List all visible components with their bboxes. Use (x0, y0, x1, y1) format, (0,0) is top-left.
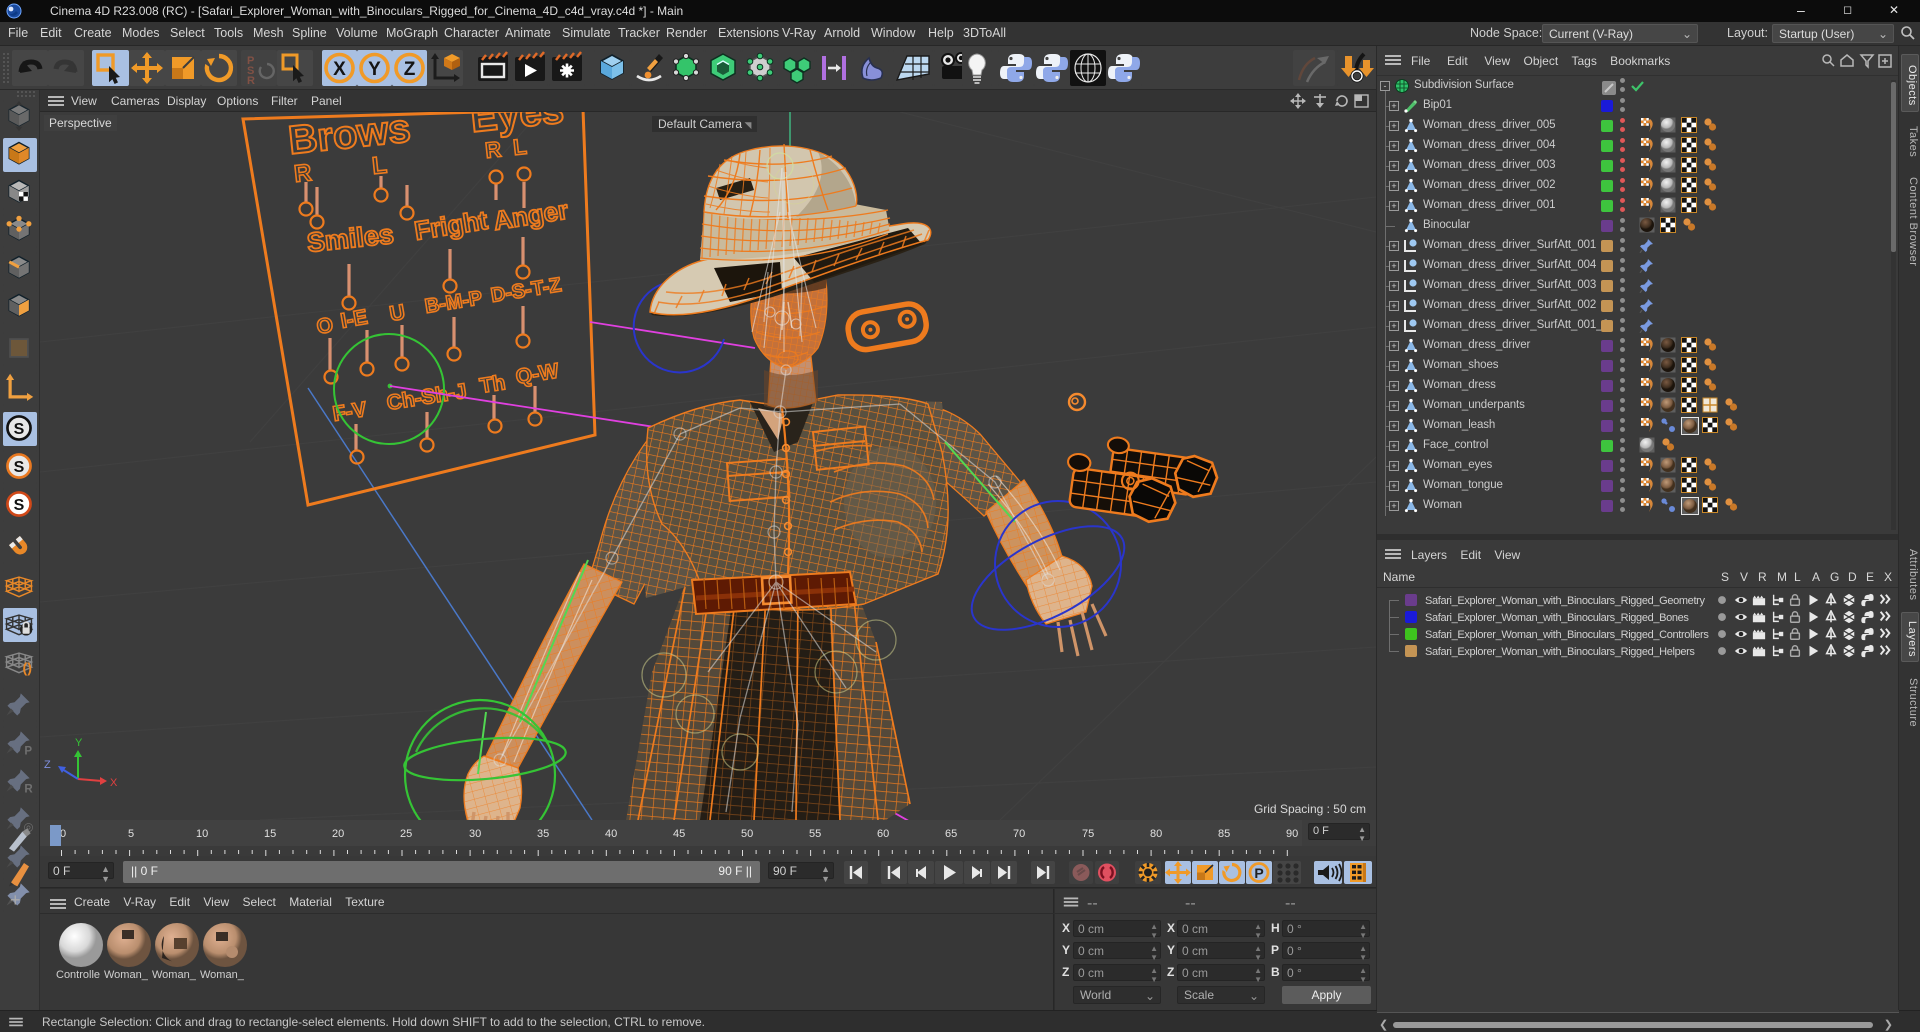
svg-text:Z: Z (44, 759, 51, 771)
svg-text:L: L (371, 152, 388, 180)
svg-text:Y: Y (75, 737, 83, 749)
svg-text:Smiles: Smiles (305, 219, 395, 258)
svg-text:I-E: I-E (339, 306, 369, 333)
svg-text:R: R (293, 159, 313, 188)
svg-text:F-V: F-V (331, 398, 368, 426)
svg-text:P: P (1254, 865, 1263, 881)
svg-text:Z: Z (404, 59, 416, 80)
svg-text:Anger: Anger (491, 195, 570, 236)
svg-text:R: R (484, 136, 503, 163)
svg-text:O: O (315, 313, 335, 338)
svg-text:S: S (14, 497, 25, 514)
svg-text:Th: Th (478, 371, 507, 398)
svg-text:D-S-T-Z: D-S-T-Z (489, 274, 563, 307)
svg-text:(): () (23, 661, 33, 677)
svg-text:X: X (333, 59, 346, 80)
svg-text:Q-W: Q-W (514, 359, 560, 388)
svg-text:R: R (247, 75, 255, 86)
svg-text:Fright: Fright (412, 205, 490, 246)
svg-text:X: X (110, 777, 118, 789)
svg-text:R: R (24, 783, 33, 795)
svg-text:S: S (14, 459, 25, 476)
svg-text:Brows: Brows (286, 112, 412, 163)
svg-text:Y: Y (368, 59, 381, 80)
svg-text:L: L (512, 134, 528, 160)
svg-text:P: P (24, 745, 32, 757)
svg-text:Ch-Sh-J: Ch-Sh-J (385, 380, 468, 415)
svg-text:U: U (388, 301, 407, 326)
svg-text:S: S (14, 421, 25, 438)
